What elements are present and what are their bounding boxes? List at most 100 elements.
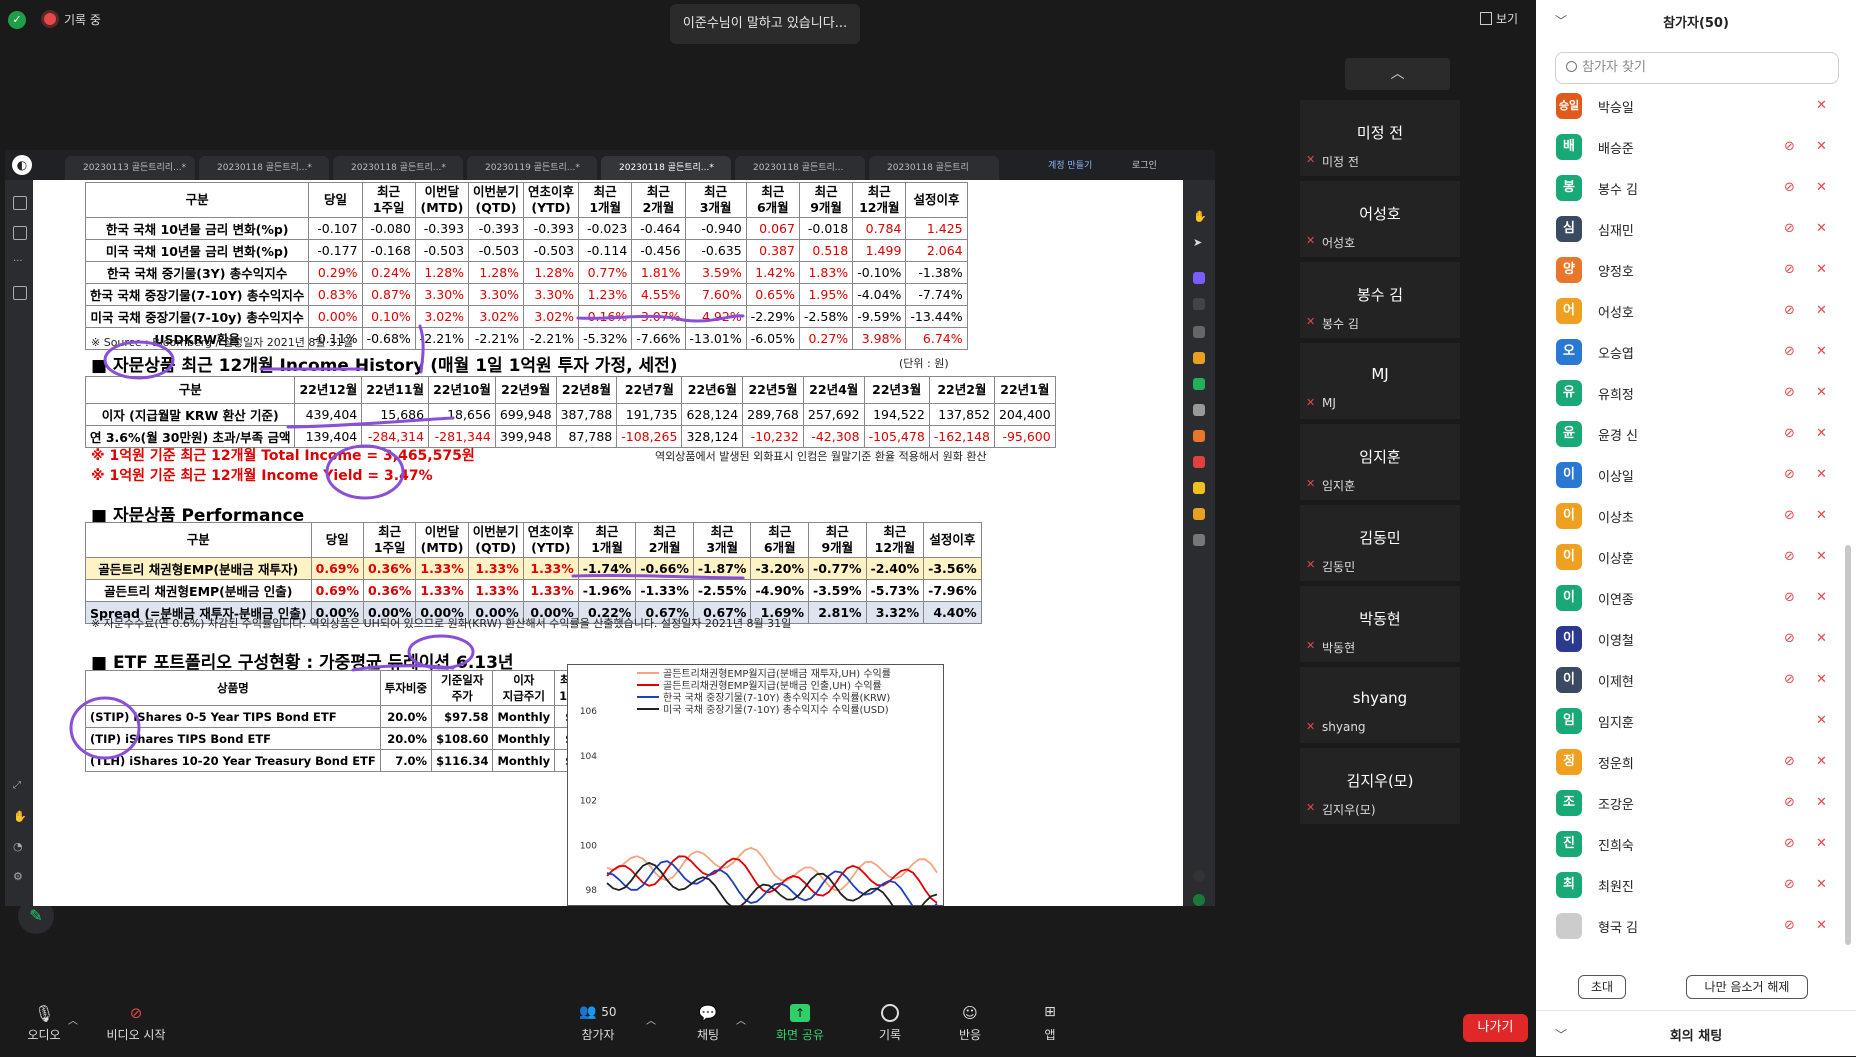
pen-tool-icon[interactable]: [1193, 272, 1205, 284]
stamp-icon[interactable]: [1193, 430, 1205, 442]
participant-tile[interactable]: shyang ✕ shyang: [1300, 667, 1460, 743]
annotation-underline: [576, 314, 745, 323]
participant-row[interactable]: 임 임지훈 ✕: [1556, 701, 1836, 742]
participant-row[interactable]: 이 이연종 ⊘ ✕: [1556, 578, 1836, 619]
participant-row[interactable]: 심 심재민 ⊘ ✕: [1556, 209, 1836, 250]
leave-meeting-button[interactable]: 나가기: [1463, 1014, 1528, 1042]
settings-gear-icon[interactable]: ⚙: [13, 870, 25, 883]
participant-row[interactable]: 이 이상훈 ⊘ ✕: [1556, 537, 1836, 578]
meeting-chat-title[interactable]: 회의 채팅: [1536, 1025, 1856, 1044]
participant-row[interactable]: 조 조강운 ⊘ ✕: [1556, 783, 1836, 824]
create-account-link[interactable]: 계정 만들기: [1048, 158, 1092, 171]
browser-tab[interactable]: 20230118 골든트리...*: [199, 156, 329, 180]
avatar: 이: [1556, 544, 1582, 570]
whale-browser-logo-icon[interactable]: ◐: [12, 155, 32, 175]
participant-tile[interactable]: MJ ✕ MJ: [1300, 343, 1460, 419]
more-icon[interactable]: ···: [13, 256, 25, 268]
reactions-button[interactable]: ☺ 반응: [930, 1004, 1010, 1043]
video-off-icon: ⊘: [1784, 426, 1795, 441]
tab-icon[interactable]: [13, 196, 27, 210]
participant-row[interactable]: 승일 박승일 ✕: [1556, 86, 1836, 127]
participants-button[interactable]: 👥 50 참가자: [558, 1004, 638, 1043]
avatar: 조: [1556, 790, 1582, 816]
hand-icon[interactable]: ✋: [13, 810, 27, 823]
add-icon[interactable]: [1193, 870, 1205, 882]
video-off-icon: ⊘: [1784, 549, 1795, 564]
participant-row[interactable]: 형국 김 ⊘ ✕: [1556, 906, 1836, 947]
window-icon[interactable]: [13, 286, 27, 300]
eraser-icon[interactable]: [1193, 404, 1205, 416]
tile-small-name: 김지우(모): [1322, 803, 1376, 817]
participant-row[interactable]: 유 유희정 ⊘ ✕: [1556, 373, 1836, 414]
participant-row[interactable]: 오 오승엽 ⊘ ✕: [1556, 332, 1836, 373]
participant-row[interactable]: 봉 봉수 김 ⊘ ✕: [1556, 168, 1836, 209]
participant-tile[interactable]: 박동현 ✕ 박동현: [1300, 586, 1460, 662]
scroll-up-button[interactable]: ︿: [1345, 58, 1450, 90]
participant-tile[interactable]: 김지우(모) ✕ 김지우(모): [1300, 748, 1460, 824]
panel-scrollbar[interactable]: [1845, 545, 1851, 945]
participant-name: 형국 김: [1598, 921, 1639, 936]
unmute-myself-button[interactable]: 나만 음소거 해제: [1686, 975, 1808, 999]
participant-row[interactable]: 진 진희숙 ⊘ ✕: [1556, 824, 1836, 865]
participant-tile[interactable]: 김동민 ✕ 김동민: [1300, 505, 1460, 581]
view-button[interactable]: 보기: [1480, 10, 1518, 27]
avatar: 승일: [1556, 93, 1582, 119]
avatar: 정: [1556, 749, 1582, 775]
muted-mic-icon: ✕: [1816, 98, 1827, 113]
participant-tile[interactable]: 봉수 김 ✕ 봉수 김: [1300, 262, 1460, 338]
tile-small-name: 어성호: [1322, 236, 1356, 250]
video-label: 비디오 시작: [106, 1028, 166, 1042]
browser-tab[interactable]: 20230113 골든트리리...*: [65, 156, 195, 180]
annotation-mark: [418, 324, 425, 374]
participant-row[interactable]: 어 어성호 ⊘ ✕: [1556, 291, 1836, 332]
participant-row[interactable]: 이 이상일 ⊘ ✕: [1556, 455, 1836, 496]
muted-mic-icon: ✕: [1306, 234, 1316, 247]
expand-icon[interactable]: ⤢: [13, 780, 25, 792]
invite-button[interactable]: 초대: [1578, 975, 1626, 999]
start-video-button[interactable]: ⊘ 비디오 시작: [96, 1004, 176, 1043]
participant-tile[interactable]: 미정 전 ✕ 미정 전: [1300, 100, 1460, 176]
pointer-icon[interactable]: ➤: [1193, 236, 1205, 249]
yellow-pen-icon[interactable]: [1193, 482, 1205, 494]
participants-chevron-icon[interactable]: ︿: [646, 1012, 656, 1027]
browser-tab[interactable]: 20230118 골든트리...*: [333, 156, 463, 180]
participant-row[interactable]: 양 양정호 ⊘ ✕: [1556, 250, 1836, 291]
record-button[interactable]: 기록: [850, 1004, 930, 1043]
notifications-icon[interactable]: ◔: [13, 840, 25, 853]
share-screen-button[interactable]: ↑ 화면 공유: [760, 1004, 840, 1043]
participant-row[interactable]: 이 이상초 ⊘ ✕: [1556, 496, 1836, 537]
browser-tab[interactable]: 20230118 골든트리: [869, 156, 999, 180]
share-status-icon[interactable]: [1193, 894, 1205, 906]
reactions-label: 반응: [958, 1028, 982, 1042]
muted-mic-icon: ✕: [1816, 303, 1827, 318]
participant-row[interactable]: 이 이제현 ⊘ ✕: [1556, 660, 1836, 701]
apps-button[interactable]: ⊞ 앱: [1010, 1004, 1090, 1043]
active-speaker-banner: 이준수님이 말하고 있습니다...: [670, 4, 860, 44]
participant-row[interactable]: 윤 윤경 신 ⊘ ✕: [1556, 414, 1836, 455]
audio-options-chevron-icon[interactable]: ︿: [68, 1012, 78, 1027]
highlighter-icon[interactable]: [1193, 352, 1205, 364]
save-icon[interactable]: [1193, 534, 1205, 546]
participant-row[interactable]: 이 이영철 ⊘ ✕: [1556, 619, 1836, 660]
browser-tab-active[interactable]: 20230118 골든트리...*: [601, 156, 731, 180]
participant-tile[interactable]: 임지훈 ✕ 임지훈: [1300, 424, 1460, 500]
sticky-note-icon[interactable]: [1193, 378, 1205, 390]
shape-tool-icon[interactable]: [1193, 326, 1205, 338]
more-tools-icon[interactable]: [1193, 298, 1205, 310]
participant-row[interactable]: 최 최원진 ⊘ ✕: [1556, 865, 1836, 906]
book-icon[interactable]: [13, 226, 27, 240]
folder-icon[interactable]: [1193, 508, 1205, 520]
red-pen-icon[interactable]: [1193, 456, 1205, 468]
chat-options-chevron-icon[interactable]: ︿: [736, 1012, 746, 1027]
video-off-icon: ⊘: [1784, 836, 1795, 851]
browser-tab[interactable]: 20230118 골든트리...: [735, 156, 865, 180]
participant-name: 진희숙: [1598, 839, 1634, 854]
browser-tab[interactable]: 20230119 골든트리...*: [467, 156, 597, 180]
participant-search-input[interactable]: 참가자 찾기: [1555, 52, 1839, 84]
participant-row[interactable]: 배 배승준 ⊘ ✕: [1556, 127, 1836, 168]
hand-cursor-icon[interactable]: ✋: [1193, 210, 1207, 223]
participant-tile[interactable]: 어성호 ✕ 어성호: [1300, 181, 1460, 257]
security-shield-icon[interactable]: ✓: [8, 11, 26, 29]
participant-row[interactable]: 정 정운희 ⊘ ✕: [1556, 742, 1836, 783]
login-link[interactable]: 로그인: [1132, 158, 1157, 171]
